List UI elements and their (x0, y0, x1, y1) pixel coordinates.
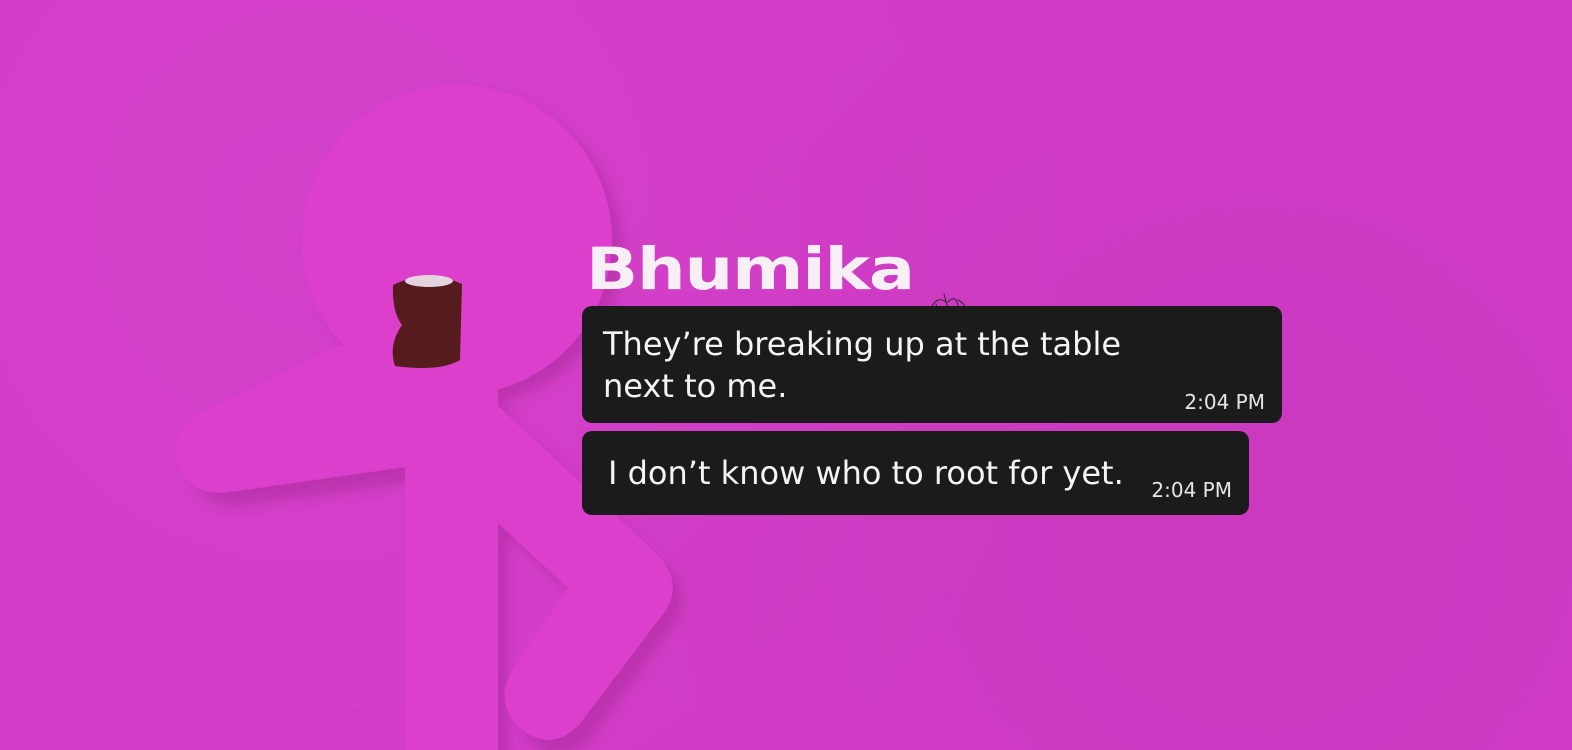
message-bubble: They’re breaking up at the table next to… (582, 306, 1282, 423)
message-text: I don’t know who to root for yet. (608, 454, 1124, 492)
message-timestamp: 2:04 PM (1151, 478, 1232, 502)
message-bubble: I don’t know who to root for yet. 2:04 P… (582, 431, 1249, 515)
cup-icon (392, 275, 462, 368)
message-text: They’re breaking up at the table next to… (603, 325, 1122, 405)
sender-name: Bhumika (586, 235, 915, 303)
message-timestamp: 2:04 PM (1184, 390, 1265, 414)
